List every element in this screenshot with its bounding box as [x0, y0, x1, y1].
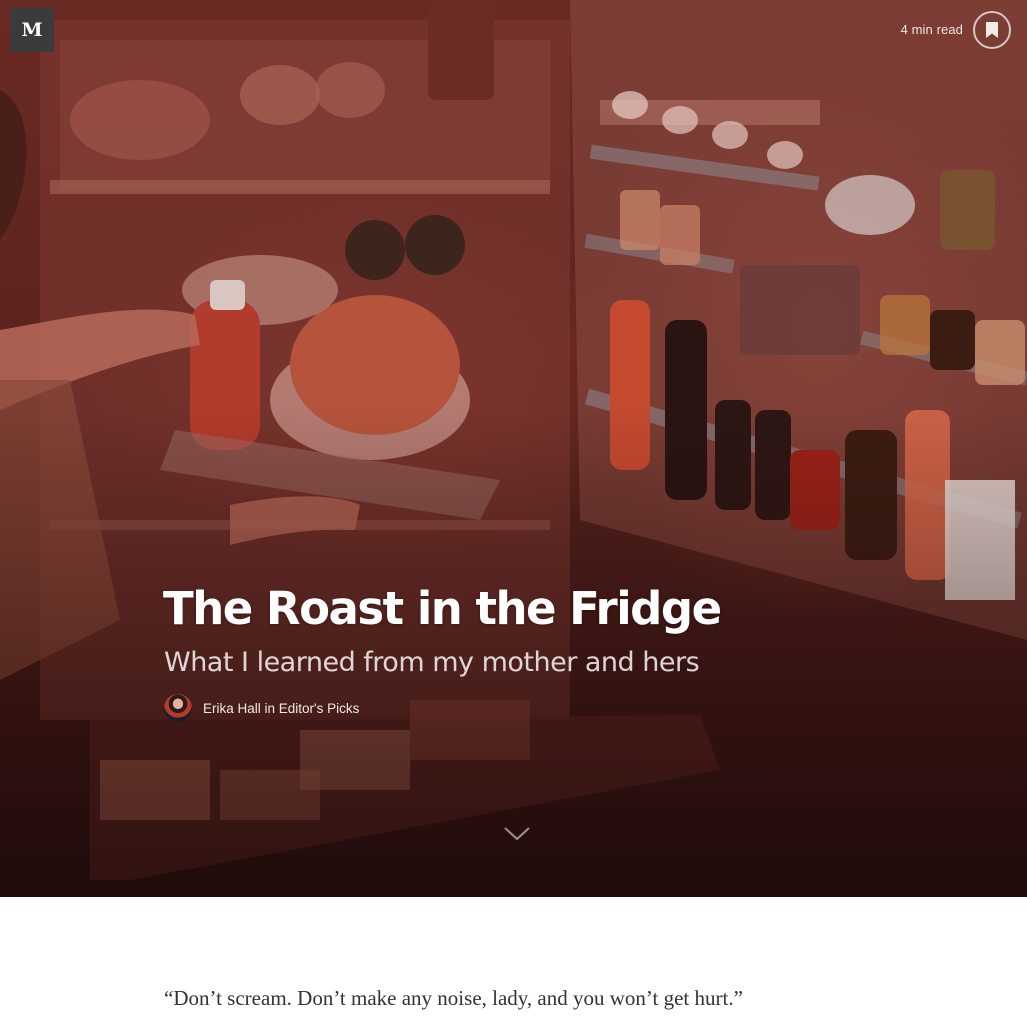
- article-body: “Don’t scream. Don’t make any noise, lad…: [0, 897, 1027, 1027]
- medium-logo[interactable]: M: [10, 8, 54, 52]
- article-subtitle: What I learned from my mother and hers: [164, 647, 700, 678]
- hero-image: M 4 min read The Roast in the Fridge Wha…: [0, 0, 1027, 897]
- scroll-down-button[interactable]: [504, 826, 530, 847]
- author-byline: Erika Hall in Editor's Picks: [164, 694, 359, 722]
- read-time-label: 4 min read: [900, 22, 963, 37]
- chevron-down-icon: [504, 827, 530, 841]
- bookmark-button[interactable]: [973, 11, 1011, 49]
- bookmark-icon: [986, 22, 998, 38]
- article-paragraph: “Don’t scream. Don’t make any noise, lad…: [164, 986, 743, 1010]
- avatar[interactable]: [164, 694, 192, 722]
- hero-gradient-overlay: [0, 0, 1027, 897]
- author-collection-link[interactable]: Erika Hall in Editor's Picks: [203, 701, 359, 716]
- article-title: The Roast in the Fridge: [163, 582, 722, 635]
